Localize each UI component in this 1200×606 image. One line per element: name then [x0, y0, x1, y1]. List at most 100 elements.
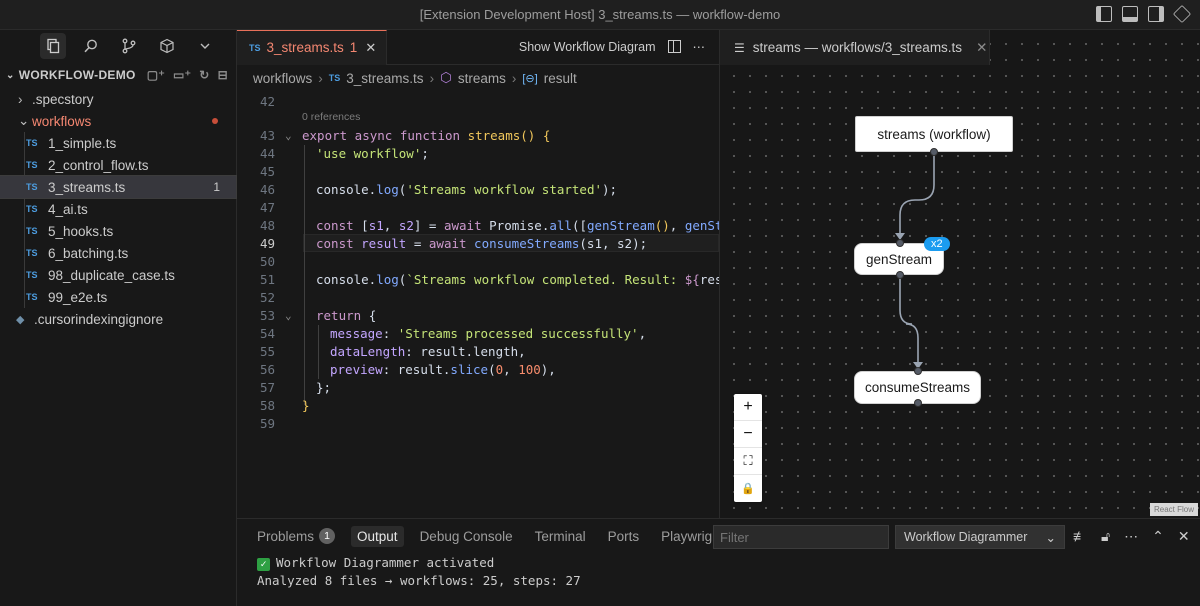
tree-item-file[interactable]: ◆ .cursorindexingignore	[0, 308, 236, 330]
node-input-handle[interactable]	[896, 239, 904, 247]
diagram-edges	[895, 152, 935, 369]
chevron-right-icon: ›	[511, 70, 517, 86]
new-folder-icon[interactable]: ▭⁺	[173, 68, 191, 82]
attribution-link[interactable]: React Flow	[1149, 503, 1198, 516]
line-number: 45	[259, 164, 275, 179]
typescript-file-icon: TS	[26, 160, 38, 170]
line-number: 54	[259, 326, 275, 341]
typescript-file-icon: TS	[26, 182, 38, 192]
code-area[interactable]: 0 references 42 43 ⌄ export async function…	[237, 91, 719, 518]
edge-genstream-to-consume	[899, 276, 919, 365]
tree-item-file[interactable]: TS 1_simple.ts	[0, 132, 236, 154]
tree-item-file[interactable]: TS 6_batching.ts	[0, 242, 236, 264]
typescript-file-icon: TS	[26, 292, 38, 302]
explorer-icon[interactable]	[40, 33, 66, 59]
zoom-out-button[interactable]: −	[734, 421, 762, 448]
tree-item-label: .cursorindexingignore	[34, 311, 164, 327]
window-title: [Extension Development Host] 3_streams.t…	[419, 7, 781, 22]
output-channel-select[interactable]: Workflow Diagrammer ⌄	[895, 525, 1065, 549]
tree-item-file[interactable]: TS 99_e2e.ts	[0, 286, 236, 308]
more-views-chevron-icon[interactable]	[192, 33, 218, 59]
tab-ports[interactable]: Ports	[602, 526, 646, 547]
codelens-references[interactable]: 0 references	[302, 111, 360, 123]
extensions-icon[interactable]	[154, 33, 180, 59]
tree-item-label: 6_batching.ts	[48, 245, 129, 261]
tree-item-file[interactable]: TS 4_ai.ts	[0, 198, 236, 220]
line-number: 44	[259, 146, 275, 161]
tree-item-label: 2_control_flow.ts	[48, 157, 149, 173]
line-number: 42	[259, 94, 275, 109]
editor-tab-active[interactable]: TS 3_streams.ts 1 ✕	[237, 29, 388, 65]
tab-debug-console[interactable]: Debug Console	[414, 526, 519, 547]
lock-scroll-icon[interactable]: 🔓︎	[1101, 528, 1110, 545]
fit-view-button[interactable]: ⛶	[734, 448, 762, 475]
clear-output-icon[interactable]: ≢	[1073, 528, 1087, 545]
maximize-panel-icon[interactable]: ⌃	[1152, 528, 1164, 545]
problems-count-badge: 1	[319, 528, 336, 544]
toggle-secondary-sidebar-icon[interactable]	[1148, 6, 1164, 22]
line-number: 55	[259, 344, 275, 359]
toggle-panel-icon[interactable]	[1122, 6, 1138, 22]
source-control-icon[interactable]	[116, 33, 142, 59]
tab-problems[interactable]: Problems 1	[251, 525, 341, 547]
close-icon[interactable]: ✕	[365, 40, 376, 56]
show-workflow-diagram-button[interactable]: Show Workflow Diagram	[519, 40, 656, 54]
tree-item-label: 3_streams.ts	[48, 179, 126, 195]
tree-item-file[interactable]: TS 2_control_flow.ts	[0, 154, 236, 176]
breadcrumb-item[interactable]: workflows	[253, 71, 312, 86]
workflow-diagram-panel[interactable]: ☰ streams — workflows/3_streams.ts ✕ str…	[719, 30, 1200, 518]
line-number: 51	[259, 272, 275, 287]
bottom-panel: Problems 1 Output Debug Console Terminal …	[237, 518, 1200, 606]
tab-label: Ports	[607, 528, 640, 544]
tree-item-file[interactable]: TS 98_duplicate_case.ts	[0, 264, 236, 286]
line-number: 58	[259, 398, 275, 413]
more-actions-icon[interactable]: ⋯	[693, 39, 706, 54]
node-label: consumeStreams	[864, 380, 971, 395]
more-actions-icon[interactable]: ⋯	[1124, 528, 1138, 545]
refresh-icon[interactable]: ↻	[199, 68, 209, 82]
tab-output[interactable]: Output	[351, 525, 404, 547]
node-output-handle[interactable]	[930, 148, 938, 156]
typescript-file-icon: TS	[328, 73, 341, 83]
call-count-badge: x2	[924, 237, 950, 251]
typescript-file-icon: TS	[26, 204, 38, 214]
close-icon[interactable]: ✕	[1178, 528, 1190, 545]
lock-button[interactable]: 🔒	[734, 475, 762, 502]
tree-item-label: 1_simple.ts	[48, 135, 117, 151]
tree-item-label: 5_hooks.ts	[48, 223, 114, 239]
toggle-primary-sidebar-icon[interactable]	[1096, 6, 1112, 22]
node-output-handle[interactable]	[896, 271, 904, 279]
tab-label: Terminal	[534, 528, 586, 544]
breadcrumb-item[interactable]: result	[544, 71, 577, 86]
new-file-icon[interactable]: ▢⁺	[147, 68, 165, 82]
node-output-handle[interactable]	[914, 399, 922, 407]
collapse-all-icon[interactable]: ⊟	[218, 68, 228, 82]
node-label: genStream	[865, 251, 933, 267]
tab-terminal[interactable]: Terminal	[529, 526, 592, 547]
diagram-controls: + − ⛶ 🔒	[734, 394, 762, 502]
tree-item-workflows[interactable]: ⌄ workflows	[0, 110, 236, 132]
tree-item-label: 99_e2e.ts	[48, 289, 108, 305]
output-filter-input[interactable]	[713, 525, 889, 549]
customize-layout-icon[interactable]	[1172, 4, 1192, 24]
search-icon[interactable]	[78, 33, 104, 59]
breadcrumb-item[interactable]: 3_streams.ts	[346, 71, 423, 86]
fold-chevron-icon[interactable]: ⌄	[285, 307, 292, 325]
tree-item-label: .specstory	[32, 91, 94, 107]
chevron-down-icon: ⌄	[6, 69, 15, 81]
line-number-current: 49	[259, 236, 275, 251]
node-workflow[interactable]: streams (workflow)	[855, 116, 1013, 152]
tree-item-specstory[interactable]: › .specstory	[0, 88, 236, 110]
explorer-root-header[interactable]: ⌄ WORKFLOW-DEMO ▢⁺ ▭⁺ ↻ ⊟	[0, 62, 236, 88]
split-editor-icon[interactable]	[667, 40, 681, 53]
tree-item-file[interactable]: TS 5_hooks.ts	[0, 220, 236, 242]
node-input-handle[interactable]	[914, 367, 922, 375]
zoom-in-button[interactable]: +	[734, 394, 762, 421]
breadcrumb-item[interactable]: streams	[458, 71, 506, 86]
code-editor: TS 3_streams.ts 1 ✕ Show Workflow Diagra…	[237, 29, 719, 518]
tab-label: Debug Console	[419, 528, 513, 544]
tab-label: Output	[357, 528, 398, 544]
typescript-file-icon: TS	[26, 226, 38, 236]
tree-item-file-selected[interactable]: TS 3_streams.ts 1	[0, 175, 237, 199]
fold-chevron-icon[interactable]: ⌄	[285, 127, 292, 145]
